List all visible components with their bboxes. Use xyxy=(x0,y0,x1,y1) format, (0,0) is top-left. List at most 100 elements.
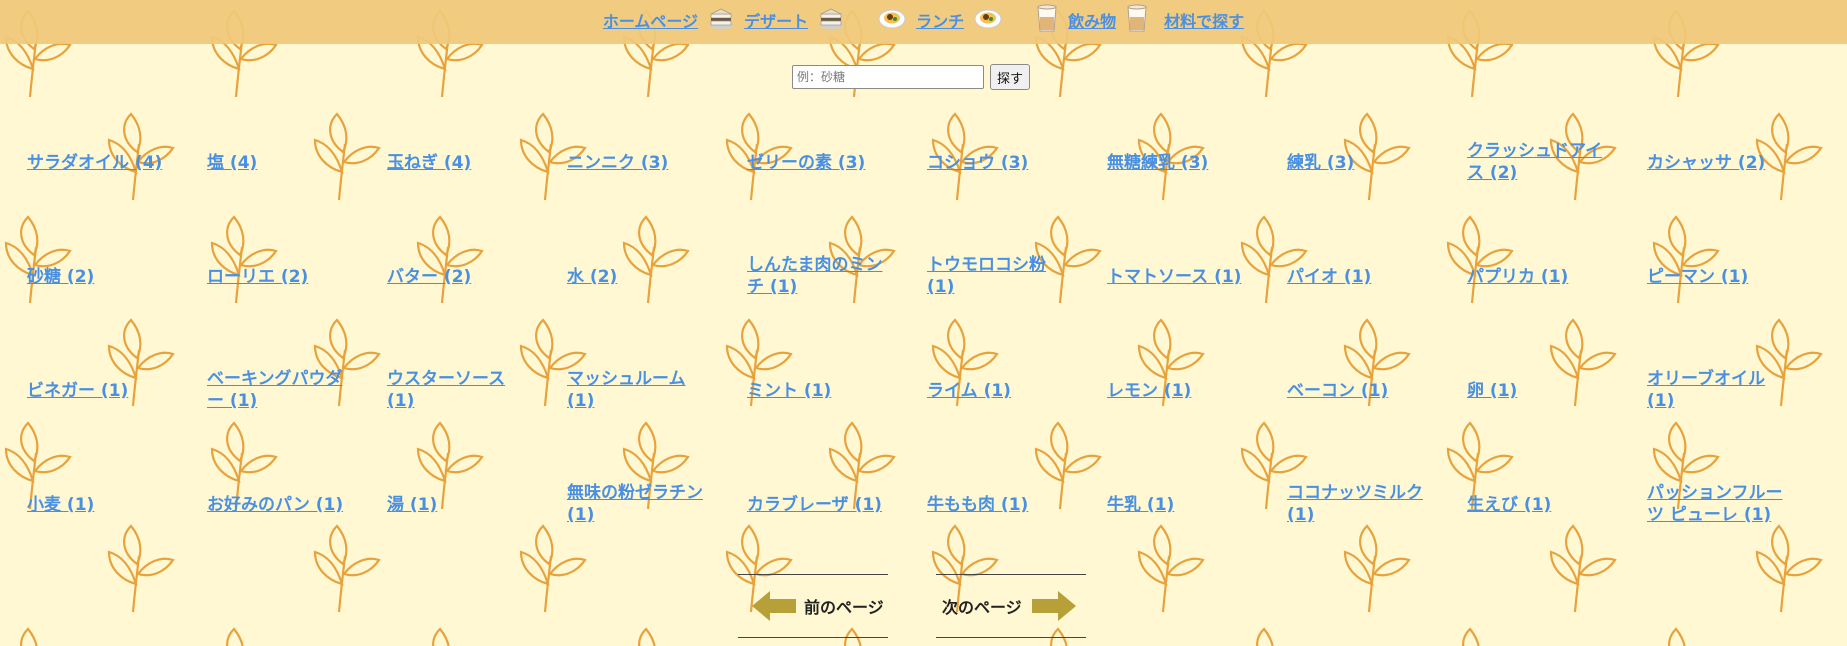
grid-cell: パイオ (1) xyxy=(1287,254,1467,368)
grid-cell: 生えび (1) xyxy=(1467,482,1647,596)
grid-cell: バター (2) xyxy=(387,254,567,368)
grid-cell: ココナッツミルク (1) xyxy=(1287,482,1467,596)
grid-cell: ニンニク (3) xyxy=(567,140,747,254)
ingredient-link[interactable]: ライム (1) xyxy=(927,380,1011,402)
ingredient-link[interactable]: トウモロコシ粉 (1) xyxy=(927,254,1075,298)
ingredient-link[interactable]: 卵 (1) xyxy=(1467,380,1517,402)
ingredient-link[interactable]: ピーマン (1) xyxy=(1647,266,1748,288)
grid-cell: コショウ (3) xyxy=(927,140,1107,254)
ingredient-link[interactable]: パプリカ (1) xyxy=(1467,266,1568,288)
drink-cup-icon xyxy=(1126,3,1148,37)
cake-icon xyxy=(818,6,844,34)
drink-cup-icon xyxy=(1036,3,1058,37)
ingredient-link[interactable]: ミント (1) xyxy=(747,380,831,402)
grid-cell: トウモロコシ粉 (1) xyxy=(927,254,1107,368)
ingredient-link[interactable]: ビネガー (1) xyxy=(27,380,128,402)
ingredient-link[interactable]: ベーコン (1) xyxy=(1287,380,1388,402)
ingredient-link[interactable]: 牛もも肉 (1) xyxy=(927,494,1028,516)
ingredient-link[interactable]: 砂糖 (2) xyxy=(27,266,94,288)
arrow-left-icon xyxy=(750,589,798,623)
ingredient-link[interactable]: パイオ (1) xyxy=(1287,266,1371,288)
grid-cell: パッションフルーツ ピューレ (1) xyxy=(1647,482,1827,596)
ingredient-link[interactable]: お好みのパン (1) xyxy=(207,494,343,516)
ingredient-link[interactable]: カラブレーザ (1) xyxy=(747,494,882,516)
grid-cell: 練乳 (3) xyxy=(1287,140,1467,254)
grid-cell: 無味の粉ゼラチン (1) xyxy=(567,482,747,596)
grid-cell: ピーマン (1) xyxy=(1647,254,1827,368)
ingredient-link[interactable]: 無味の粉ゼラチン (1) xyxy=(567,482,715,526)
prev-page-button[interactable]: 前のページ xyxy=(738,574,888,638)
grid-cell: しんたま肉のミンチ (1) xyxy=(747,254,927,368)
grid-cell: ライム (1) xyxy=(927,368,1107,482)
grid-cell: オリーブオイル (1) xyxy=(1647,368,1827,482)
main-nav: ホームページ デザート ランチ 飲み物 材料で探す xyxy=(0,0,1847,40)
ingredient-link[interactable]: 生えび (1) xyxy=(1467,494,1551,516)
next-page-button[interactable]: 次のページ xyxy=(936,574,1086,638)
lunch-plate-icon xyxy=(878,7,906,33)
grid-cell: ゼリーの素 (3) xyxy=(747,140,927,254)
nav-lunch-link[interactable]: ランチ xyxy=(916,8,964,32)
nav-search-by-ingredient-link[interactable]: 材料で探す xyxy=(1164,8,1244,32)
grid-cell: 小麦 (1) xyxy=(27,482,207,596)
grid-cell: ミント (1) xyxy=(747,368,927,482)
grid-cell: ビネガー (1) xyxy=(27,368,207,482)
grid-cell: ウスターソース (1) xyxy=(387,368,567,482)
grid-cell: 無糖練乳 (3) xyxy=(1107,140,1287,254)
search-button[interactable]: 探す xyxy=(990,64,1031,90)
ingredient-link[interactable]: ベーキングパウダー (1) xyxy=(207,368,355,412)
ingredient-link[interactable]: 練乳 (3) xyxy=(1287,152,1354,174)
ingredient-link[interactable]: オリーブオイル (1) xyxy=(1647,368,1795,412)
ingredient-grid: サラダオイル (4) 塩 (4) 玉ねぎ (4) ニンニク (3) ゼリーの素 … xyxy=(27,140,1827,580)
ingredient-link[interactable]: 玉ねぎ (4) xyxy=(387,152,471,174)
cake-icon xyxy=(708,6,734,34)
ingredient-link[interactable]: 塩 (4) xyxy=(207,152,257,174)
ingredient-link[interactable]: パッションフルーツ ピューレ (1) xyxy=(1647,482,1795,526)
grid-cell: サラダオイル (4) xyxy=(27,140,207,254)
search-form: 探す xyxy=(792,64,1031,90)
pagination: 前のページ 次のページ xyxy=(738,574,1088,638)
next-page-label: 次のページ xyxy=(942,598,1022,617)
arrow-right-icon xyxy=(1030,589,1078,623)
ingredient-link[interactable]: クラッシュドアイス (2) xyxy=(1467,140,1615,184)
ingredient-link[interactable]: 湯 (1) xyxy=(387,494,437,516)
nav-home-link[interactable]: ホームページ xyxy=(603,8,698,32)
ingredient-link[interactable]: 牛乳 (1) xyxy=(1107,494,1174,516)
ingredient-link[interactable]: マッシュルーム (1) xyxy=(567,368,715,412)
grid-cell: 卵 (1) xyxy=(1467,368,1647,482)
grid-cell: 玉ねぎ (4) xyxy=(387,140,567,254)
nav-drinks-link[interactable]: 飲み物 xyxy=(1068,8,1116,32)
ingredient-link[interactable]: サラダオイル (4) xyxy=(27,152,162,174)
ingredient-link[interactable]: ウスターソース (1) xyxy=(387,368,535,412)
grid-cell: クラッシュドアイス (2) xyxy=(1467,140,1647,254)
grid-cell: 湯 (1) xyxy=(387,482,567,596)
grid-cell: 塩 (4) xyxy=(207,140,387,254)
grid-cell: レモン (1) xyxy=(1107,368,1287,482)
lunch-plate-icon xyxy=(974,7,1002,33)
grid-cell: ベーキングパウダー (1) xyxy=(207,368,387,482)
nav-dessert-link[interactable]: デザート xyxy=(744,8,808,32)
prev-page-label: 前のページ xyxy=(804,598,884,617)
grid-cell: 砂糖 (2) xyxy=(27,254,207,368)
grid-cell: カシャッサ (2) xyxy=(1647,140,1827,254)
ingredient-link[interactable]: ココナッツミルク (1) xyxy=(1287,482,1435,526)
ingredient-link[interactable]: 小麦 (1) xyxy=(27,494,94,516)
ingredient-link[interactable]: レモン (1) xyxy=(1107,380,1191,402)
grid-cell: 水 (2) xyxy=(567,254,747,368)
ingredient-link[interactable]: ゼリーの素 (3) xyxy=(747,152,865,174)
ingredient-link[interactable]: トマトソース (1) xyxy=(1107,266,1241,288)
grid-cell: ベーコン (1) xyxy=(1287,368,1467,482)
grid-cell: パプリカ (1) xyxy=(1467,254,1647,368)
ingredient-link[interactable]: カシャッサ (2) xyxy=(1647,152,1765,174)
ingredient-link[interactable]: バター (2) xyxy=(387,266,471,288)
grid-cell: トマトソース (1) xyxy=(1107,254,1287,368)
grid-cell: 牛乳 (1) xyxy=(1107,482,1287,596)
ingredient-link[interactable]: 水 (2) xyxy=(567,266,617,288)
ingredient-link[interactable]: しんたま肉のミンチ (1) xyxy=(747,254,895,298)
grid-cell: お好みのパン (1) xyxy=(207,482,387,596)
ingredient-link[interactable]: ローリエ (2) xyxy=(207,266,308,288)
ingredient-link[interactable]: コショウ (3) xyxy=(927,152,1028,174)
search-input[interactable] xyxy=(792,65,984,89)
ingredient-link[interactable]: ニンニク (3) xyxy=(567,152,668,174)
grid-cell: ローリエ (2) xyxy=(207,254,387,368)
ingredient-link[interactable]: 無糖練乳 (3) xyxy=(1107,152,1208,174)
